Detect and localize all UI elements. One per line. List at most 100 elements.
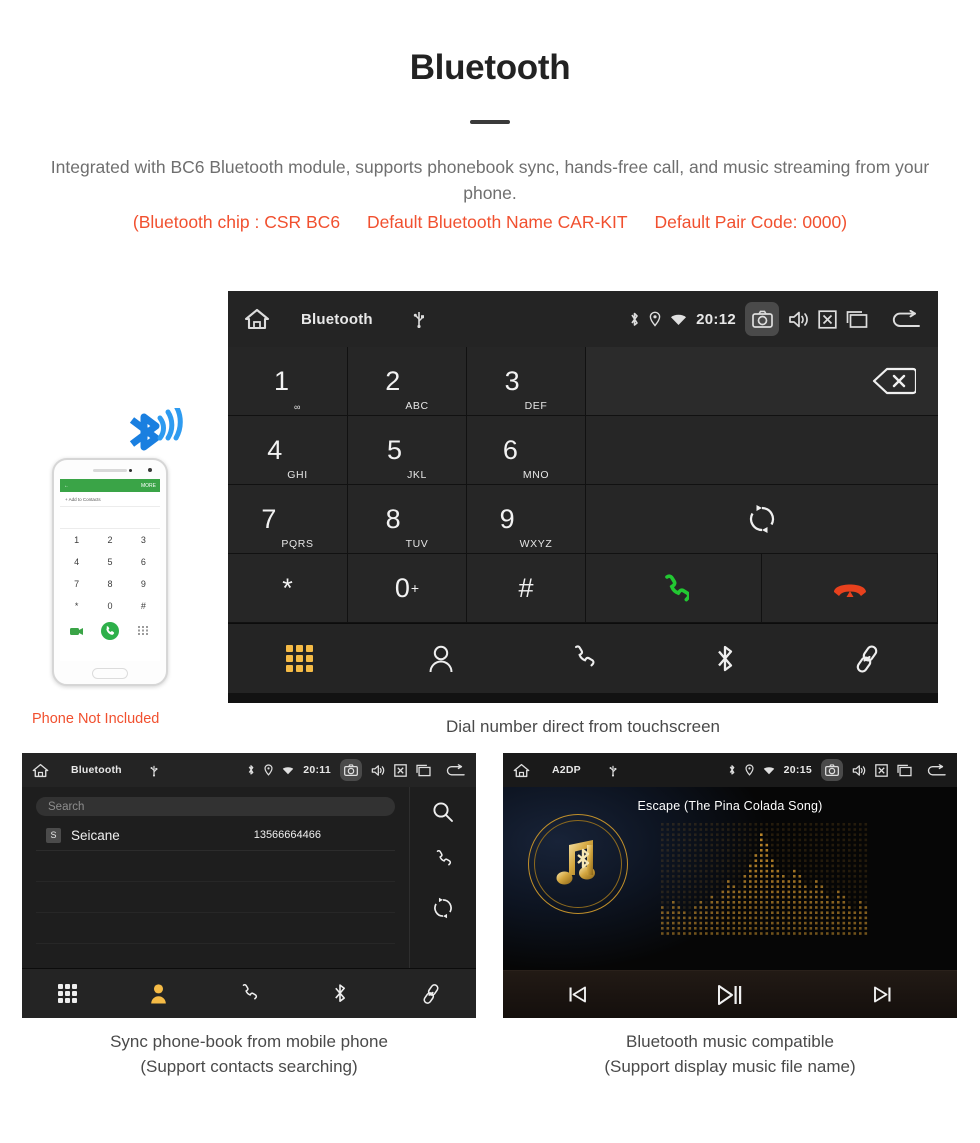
- next-track-icon[interactable]: [873, 985, 892, 1004]
- title-divider: [470, 120, 510, 124]
- tab-call-log[interactable]: [512, 644, 654, 674]
- music-now-playing: Escape (The Pina Colada Song): [503, 787, 957, 970]
- key-4[interactable]: 4 GHI: [228, 416, 348, 485]
- key-letters: MNO: [522, 469, 550, 481]
- tab-pair-link[interactable]: [385, 983, 476, 1005]
- phone-icon: [574, 644, 595, 666]
- close-box-icon[interactable]: [875, 763, 888, 777]
- key-9[interactable]: 9 WXYZ: [467, 485, 586, 554]
- phonebook-screenshot: Bluetooth 20:11 Search S Seicane 1356666…: [22, 753, 476, 1018]
- recents-icon[interactable]: [846, 310, 868, 329]
- dialer-tab-bar: [228, 623, 938, 693]
- song-title: Escape (The Pina Colada Song): [637, 799, 823, 813]
- phonebook-side-actions: [410, 787, 476, 968]
- key-hash[interactable]: #: [467, 554, 586, 623]
- person-icon: [429, 645, 453, 672]
- tab-call-log[interactable]: [204, 983, 295, 1005]
- phone-key: 2: [107, 535, 113, 545]
- music-title: A2DP: [552, 764, 581, 776]
- key-8[interactable]: 8 TUV: [348, 485, 467, 554]
- tab-bluetooth[interactable]: [294, 982, 385, 1005]
- link-icon: [856, 644, 878, 673]
- sync-icon[interactable]: [432, 897, 454, 919]
- tab-pair-link[interactable]: [796, 644, 938, 674]
- dialer-screenshot: Bluetooth 20:12 1 ∞ 2 ABC 3 DEF 4 GHI 5 …: [228, 291, 938, 703]
- key-1[interactable]: 1 ∞: [228, 347, 348, 416]
- wifi-icon: [282, 766, 294, 775]
- backspace-button[interactable]: [586, 347, 938, 416]
- phone-number-field: [60, 507, 160, 529]
- close-box-icon[interactable]: [394, 763, 407, 777]
- search-input[interactable]: Search: [36, 797, 395, 816]
- tab-dialpad[interactable]: [22, 984, 113, 1003]
- recents-icon[interactable]: [897, 764, 912, 777]
- home-icon[interactable]: [513, 763, 530, 778]
- page-title: Bluetooth: [409, 48, 571, 87]
- volume-icon[interactable]: [788, 310, 809, 329]
- play-pause-icon[interactable]: [717, 984, 743, 1006]
- dialpad-icon: [285, 645, 313, 672]
- key-7[interactable]: 7 PQRS: [228, 485, 348, 554]
- tab-bluetooth[interactable]: [654, 643, 796, 675]
- music-screenshot: A2DP 20:15 Escape (The Pina Colada Song): [503, 753, 957, 1018]
- key-digit: 6: [502, 434, 518, 465]
- call-button[interactable]: [586, 554, 938, 623]
- contact-name: Seicane: [71, 827, 120, 843]
- phone-home-button: [92, 668, 128, 679]
- sync-button[interactable]: [586, 485, 938, 554]
- phone-key: 5: [107, 557, 113, 567]
- phone-key: 6: [140, 557, 146, 567]
- contact-row[interactable]: S Seicane 13566664466: [36, 820, 395, 851]
- home-icon[interactable]: [244, 308, 270, 330]
- person-icon: [150, 983, 166, 1003]
- volume-icon[interactable]: [852, 764, 866, 777]
- dialpad-icon: [57, 984, 77, 1003]
- camera-icon[interactable]: [821, 759, 843, 781]
- tab-dialpad[interactable]: [228, 645, 370, 672]
- close-box-icon[interactable]: [818, 309, 837, 329]
- avatar: S: [46, 827, 61, 843]
- phone-speaker: [93, 469, 127, 472]
- call-icon: [664, 574, 689, 602]
- key-letters: ∞: [294, 402, 302, 412]
- location-icon: [649, 311, 661, 327]
- dialer-caption: Dial number direct from touchscreen: [445, 717, 720, 736]
- key-0[interactable]: 0 +: [348, 554, 467, 623]
- key-2[interactable]: 2 ABC: [348, 347, 467, 416]
- search-icon[interactable]: [432, 801, 454, 823]
- key-5[interactable]: 5 JKL: [348, 416, 467, 485]
- backspace-icon: [872, 367, 916, 395]
- key-star[interactable]: *: [228, 554, 348, 623]
- phone-key: *: [74, 601, 79, 611]
- key-3[interactable]: 3 DEF: [467, 347, 586, 416]
- phone-not-included-note: Phone Not Included: [32, 711, 160, 727]
- phonebook-clock: 20:11: [303, 764, 331, 776]
- hangup-button[interactable]: [762, 554, 937, 622]
- camera-icon[interactable]: [745, 302, 779, 336]
- phone-icon[interactable]: [432, 849, 454, 871]
- tab-contacts[interactable]: [370, 644, 512, 674]
- phone-camera: [148, 468, 152, 472]
- key-digit: 3: [504, 365, 520, 396]
- location-icon: [264, 764, 273, 776]
- key-digit: 7: [261, 503, 277, 534]
- camera-icon[interactable]: [340, 759, 362, 781]
- music-clock: 20:15: [783, 764, 812, 776]
- key-6[interactable]: 6 MNO: [467, 416, 586, 485]
- phone-keypad-toggle-icon: [138, 625, 149, 635]
- hangup-icon: [833, 584, 866, 597]
- back-icon[interactable]: [926, 763, 947, 777]
- spec-chip: (Bluetooth chip : CSR BC6: [132, 211, 341, 232]
- previous-track-icon[interactable]: [568, 985, 587, 1004]
- key-digit: 1: [273, 365, 289, 396]
- volume-icon[interactable]: [371, 764, 385, 777]
- dialer-clock: 20:12: [696, 310, 736, 328]
- home-icon[interactable]: [32, 763, 49, 778]
- phonebook-caption: Sync phone-book from mobile phone (Suppo…: [22, 1030, 476, 1079]
- recents-icon[interactable]: [416, 764, 431, 777]
- back-icon[interactable]: [890, 309, 922, 329]
- sync-icon: [749, 505, 775, 533]
- tab-contacts[interactable]: [113, 983, 204, 1005]
- contact-empty-row: [36, 851, 395, 882]
- back-icon[interactable]: [445, 763, 466, 777]
